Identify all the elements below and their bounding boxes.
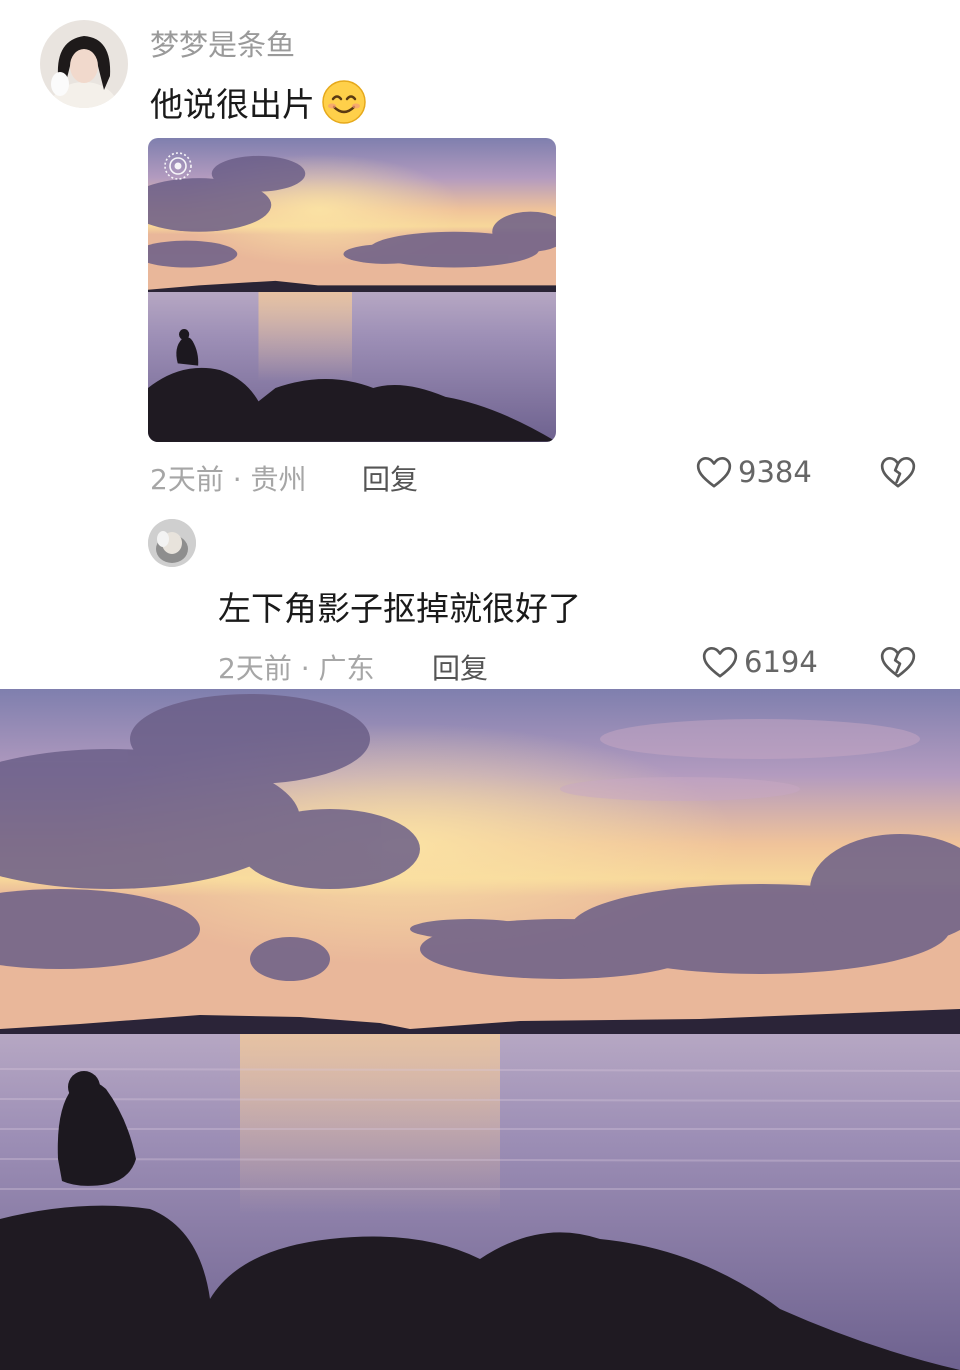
comment-photo-thumbnail[interactable] [148, 138, 556, 442]
reply-text: 左下角影子抠掉就很好了 [218, 589, 581, 628]
like-count: 9384 [738, 455, 812, 489]
comment-text: 他说很出片 [150, 78, 367, 126]
enlarged-photo [0, 689, 960, 1370]
avatar[interactable] [40, 20, 128, 108]
broken-heart-icon [880, 457, 916, 488]
live-photo-icon [162, 150, 194, 186]
reply-like-count: 6194 [744, 645, 818, 679]
reply-button[interactable]: 回复 [362, 458, 418, 498]
smiling-face-icon [321, 79, 367, 125]
reply-dislike-button[interactable] [878, 642, 918, 686]
reply-reply-button[interactable]: 回复 [432, 647, 488, 687]
heart-outline-icon [696, 457, 732, 488]
reply-meta: 2天前 · 广东 [218, 652, 375, 685]
username[interactable]: 梦梦是条鱼 [150, 22, 295, 64]
comment-meta: 2天前 · 贵州 [150, 463, 307, 496]
reply-avatar[interactable] [148, 519, 196, 567]
comment-body: 他说很出片 [150, 85, 315, 124]
reply-like-button[interactable]: 6194 [700, 642, 818, 682]
like-button[interactable]: 9384 [694, 452, 812, 492]
broken-heart-icon [880, 647, 916, 678]
heart-outline-icon [702, 647, 738, 678]
dislike-button[interactable] [878, 452, 918, 496]
